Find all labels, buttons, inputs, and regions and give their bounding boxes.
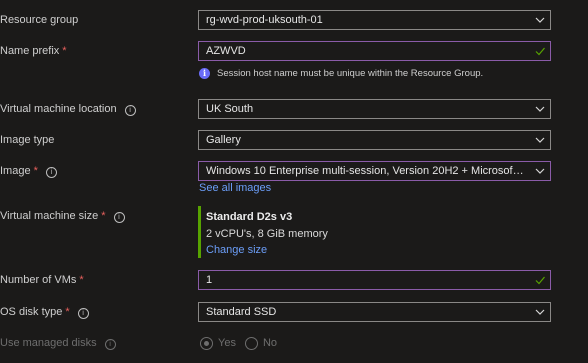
image-type-value: Gallery	[206, 134, 241, 146]
image-value: Windows 10 Enterprise multi-session, Ver…	[206, 165, 526, 177]
change-size-link[interactable]: Change size	[206, 244, 267, 256]
num-vms-label: Number of VMs *	[0, 274, 84, 286]
vm-location-value: UK South	[206, 103, 254, 115]
info-icon[interactable]: i	[104, 339, 116, 350]
chevron-down-icon	[535, 137, 545, 143]
vm-size-spec: 2 vCPU's, 8 GiB memory	[206, 228, 328, 240]
chevron-down-icon	[535, 17, 545, 23]
required-asterisk: *	[62, 45, 67, 57]
resource-group-dropdown[interactable]: rg-wvd-prod-uksouth-01	[198, 10, 551, 30]
required-asterisk: *	[79, 274, 84, 286]
checkmark-icon	[535, 276, 545, 285]
name-prefix-input[interactable]: AZWVD	[198, 41, 551, 61]
resource-group-label: Resource group	[0, 14, 79, 26]
radio-no[interactable]	[244, 336, 258, 350]
os-disk-label: OS disk type * i	[0, 302, 89, 322]
see-all-images-link[interactable]: See all images	[199, 181, 271, 195]
checkmark-icon	[535, 47, 545, 56]
chevron-down-icon	[535, 106, 545, 112]
chevron-down-icon	[535, 168, 545, 174]
required-asterisk: *	[33, 165, 38, 177]
os-disk-dropdown[interactable]: Standard SSD	[198, 302, 551, 322]
image-dropdown[interactable]: Windows 10 Enterprise multi-session, Ver…	[198, 161, 551, 181]
chevron-down-icon	[535, 309, 545, 315]
os-disk-value: Standard SSD	[206, 306, 277, 318]
info-icon[interactable]: i	[113, 212, 125, 223]
name-prefix-note-text: Session host name must be unique within …	[217, 67, 484, 79]
image-type-dropdown[interactable]: Gallery	[198, 130, 551, 150]
name-prefix-note: i Session host name must be unique withi…	[199, 65, 483, 81]
info-filled-icon: i	[199, 67, 210, 79]
vm-location-dropdown[interactable]: UK South	[198, 99, 551, 119]
vm-size-summary: Standard D2s v3 2 vCPU's, 8 GiB memory C…	[198, 206, 401, 258]
managed-disks-label: Use managed disks i	[0, 333, 116, 353]
num-vms-input[interactable]: 1	[198, 270, 551, 290]
radio-no-label: No	[262, 337, 278, 349]
required-asterisk: *	[65, 306, 70, 318]
vm-location-label: Virtual machine location i	[0, 99, 136, 119]
radio-yes-label: Yes	[218, 337, 236, 349]
vm-size-label: Virtual machine size * i	[0, 206, 125, 226]
resource-group-value: rg-wvd-prod-uksouth-01	[206, 14, 323, 26]
name-prefix-label: Name prefix *	[0, 45, 67, 57]
image-label: Image * i	[0, 161, 57, 181]
vm-size-name: Standard D2s v3	[206, 211, 293, 223]
managed-disks-radio-group: Yes No	[200, 333, 286, 353]
required-asterisk: *	[101, 210, 106, 222]
num-vms-value: 1	[206, 274, 213, 286]
name-prefix-value: AZWVD	[206, 45, 246, 57]
info-icon[interactable]: i	[45, 167, 57, 178]
image-type-label: Image type	[0, 134, 55, 146]
radio-yes[interactable]	[200, 336, 213, 350]
info-icon[interactable]: i	[124, 105, 136, 116]
info-icon[interactable]: i	[77, 308, 89, 319]
